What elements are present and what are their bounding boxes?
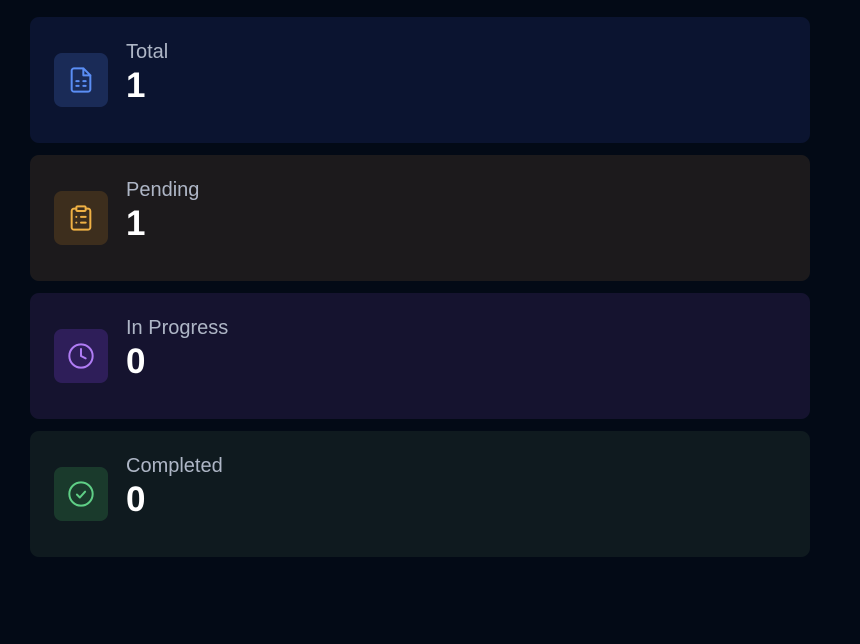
stat-value: 0 — [126, 342, 146, 381]
stats-cards: Total 1 Pending 1 In Progress 0 Complete… — [30, 17, 810, 557]
stat-value: 1 — [126, 66, 146, 105]
stat-card-pending: Pending 1 — [30, 155, 810, 281]
stat-value: 1 — [126, 204, 146, 243]
stat-label: Pending — [126, 179, 200, 201]
stat-value: 0 — [126, 480, 146, 519]
stat-label: Total — [126, 41, 169, 63]
clipboard-list-icon — [54, 191, 108, 245]
stat-card-in-progress: In Progress 0 — [30, 293, 810, 419]
check-circle-icon — [54, 467, 108, 521]
stat-card-completed: Completed 0 — [30, 431, 810, 557]
stat-card-total: Total 1 — [30, 17, 810, 143]
stat-label: Completed — [126, 455, 223, 477]
file-text-icon — [54, 53, 108, 107]
clock-icon — [54, 329, 108, 383]
stat-label: In Progress — [126, 317, 229, 339]
